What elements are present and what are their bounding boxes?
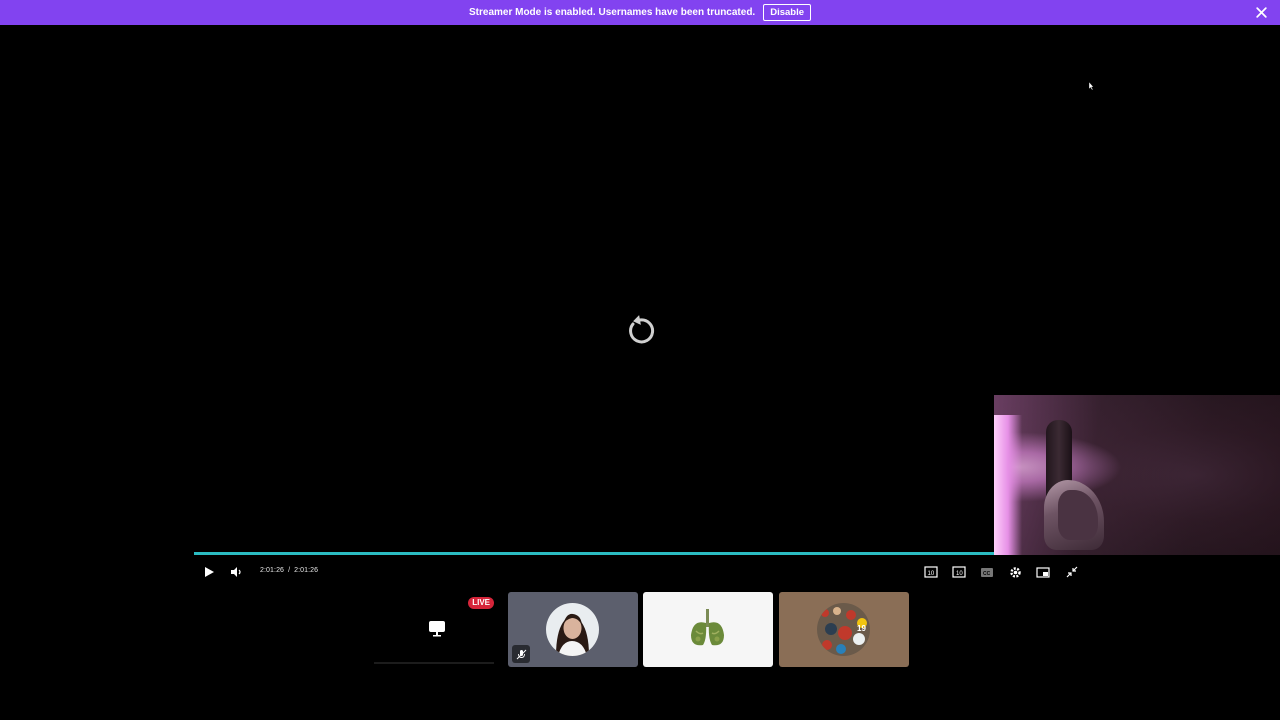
- monitor-icon: [429, 621, 445, 637]
- volume-icon: [230, 567, 241, 577]
- webcam-light: [994, 415, 1022, 555]
- player-controls: 2:01:26 / 2:01:26 10 10 CC: [194, 561, 1080, 583]
- time-display: 2:01:26 / 2:01:26: [260, 567, 318, 574]
- captions-button[interactable]: CC: [978, 563, 996, 581]
- forward-10-icon: 10: [952, 566, 966, 578]
- participant-thumbnail[interactable]: 19: [779, 592, 909, 667]
- volume-button[interactable]: [227, 563, 245, 581]
- participant-thumbnail[interactable]: [643, 592, 773, 667]
- avatar: [681, 603, 734, 656]
- duration: 2:01:26: [294, 567, 319, 574]
- banner-message: Streamer Mode is enabled. Usernames have…: [468, 7, 756, 18]
- seek-bar[interactable]: [194, 552, 994, 555]
- svg-text:10: 10: [928, 571, 935, 577]
- picture-in-picture-button[interactable]: [1034, 563, 1052, 581]
- svg-text:10: 10: [956, 571, 963, 577]
- exit-fullscreen-icon: [1066, 566, 1078, 578]
- screen-share-thumbnail[interactable]: LIVE: [372, 592, 502, 667]
- exit-fullscreen-button[interactable]: [1063, 563, 1081, 581]
- seek-bar-progress: [194, 552, 994, 555]
- streamer-mode-banner: Streamer Mode is enabled. Usernames have…: [0, 0, 1280, 25]
- settings-button[interactable]: [1006, 563, 1024, 581]
- current-time: 2:01:26: [260, 567, 285, 574]
- webcam-feed: [994, 395, 1280, 555]
- picture-in-picture-icon: [1036, 566, 1050, 578]
- disable-streamer-mode-button[interactable]: Disable: [763, 4, 811, 21]
- rewind-10-button[interactable]: 10: [922, 563, 940, 581]
- live-badge: LIVE: [468, 597, 494, 609]
- rewind-10-icon: 10: [924, 566, 938, 578]
- play-icon: [205, 567, 214, 577]
- participant-thumbnail[interactable]: [508, 592, 638, 667]
- captions-icon: CC: [981, 567, 993, 577]
- forward-10-button[interactable]: 10: [950, 563, 968, 581]
- screen-share-progress: [374, 662, 494, 664]
- close-icon[interactable]: [1255, 6, 1268, 19]
- avatar: 19: [817, 603, 870, 656]
- video-player[interactable]: 2:01:26 / 2:01:26 10 10 CC LIVE 19: [0, 25, 1280, 720]
- play-button[interactable]: [200, 563, 218, 581]
- mic-off-icon: [512, 645, 530, 663]
- webcam-overlay[interactable]: [994, 395, 1280, 555]
- svg-text:19: 19: [857, 624, 866, 633]
- replay-icon[interactable]: [622, 313, 658, 349]
- svg-text:CC: CC: [983, 571, 991, 577]
- settings-icon: [1009, 566, 1021, 578]
- time-separator: /: [288, 567, 291, 574]
- avatar: [546, 603, 599, 656]
- mouse-cursor-icon: [1088, 82, 1094, 90]
